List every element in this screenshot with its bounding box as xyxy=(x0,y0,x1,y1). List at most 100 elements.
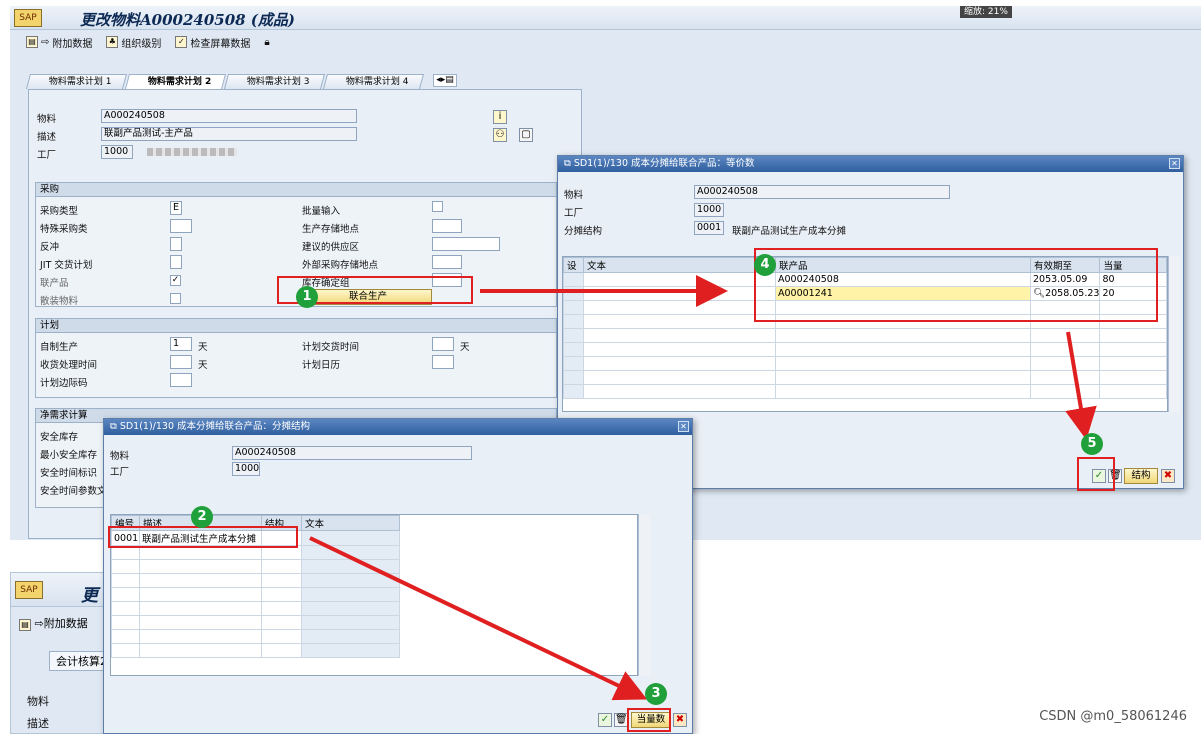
equivalents-button[interactable]: 当量数 xyxy=(631,712,671,728)
prod-sloc-label: 生产存储地点 xyxy=(302,224,360,235)
cancel-x-icon[interactable]: ✖ xyxy=(673,713,687,727)
da-material-field[interactable]: A000240508 xyxy=(694,185,950,199)
structure-button[interactable]: 结构 xyxy=(1124,468,1158,484)
prod-sloc-field[interactable] xyxy=(432,219,462,233)
table-row[interactable]: A000240508 2053.05.09 80 xyxy=(563,272,1167,287)
main-toolbar: ▤ ⇨ 附加数据 ♣ 组织级别 ✓ 检查屏幕数据 🔒︎ xyxy=(10,33,1201,51)
coproduct-checkbox[interactable]: ✓ xyxy=(170,275,181,286)
structure-table: 编号 描述 结构 文本 0001 联副产品测试生产成本分摊 xyxy=(110,514,638,676)
stock-group-field[interactable] xyxy=(432,273,462,287)
plan-calendar-field[interactable] xyxy=(432,355,454,369)
additional-data-button[interactable]: ▤ ⇨ 附加数据 xyxy=(26,35,92,50)
supply-area-field[interactable] xyxy=(432,237,500,251)
valid-to-cell[interactable]: 2053.05.09 xyxy=(1029,272,1101,287)
bg-toolbar[interactable]: ▤ ⇨附加数据 xyxy=(19,615,88,631)
sap-logo-icon: SAP xyxy=(15,581,43,599)
coproduct-scrollbar[interactable] xyxy=(1168,256,1180,412)
table-row[interactable]: A00001241 🔍︎2058.05.23 20 xyxy=(563,286,1167,301)
table-row[interactable] xyxy=(111,545,637,560)
table-row[interactable]: 0001 联副产品测试生产成本分摊 xyxy=(111,530,637,546)
check-screen-data-button[interactable]: ✓ 检查屏幕数据 xyxy=(175,35,250,50)
col-coproduct: 联产品 xyxy=(775,257,1031,273)
gr-time-label: 收货处理时间 xyxy=(40,360,98,371)
table-row[interactable] xyxy=(111,559,637,574)
step-badge-5: 5 xyxy=(1081,433,1103,455)
delete-icon[interactable]: 🗑︎ xyxy=(1108,469,1122,483)
table-row[interactable] xyxy=(563,328,1167,343)
coproduct-table: 设 文本 联产品 有效期至 当量 A000240508 2053.05.09 80 … xyxy=(562,256,1168,412)
confirm-check-icon[interactable]: ✓ xyxy=(1092,469,1106,483)
ds-plant-field[interactable]: 1000 xyxy=(232,462,260,476)
equiv-cell[interactable]: 80 xyxy=(1099,272,1167,287)
step-badge-2: 2 xyxy=(191,506,213,528)
material-field[interactable]: A000240508 xyxy=(101,109,357,123)
backflush-field[interactable] xyxy=(170,237,182,251)
sap-logo-icon: SAP xyxy=(14,9,42,27)
bulk-checkbox[interactable] xyxy=(170,293,181,304)
tab-mrp1[interactable]: 物料需求计划 1 xyxy=(25,74,127,89)
cancel-x-icon[interactable]: ✖ xyxy=(1161,469,1175,483)
delete-icon[interactable]: 🗑︎ xyxy=(614,713,628,727)
lock-icon: 🔒︎ xyxy=(264,36,270,48)
da-struct-field[interactable]: 0001 xyxy=(694,221,724,235)
table-row[interactable] xyxy=(111,601,637,616)
ext-sloc-field[interactable] xyxy=(432,255,462,269)
inhouse-unit: 天 xyxy=(198,342,208,353)
plan-delivery-label: 计划交货时间 xyxy=(302,342,360,353)
hierarchy-icon[interactable]: ⚇ xyxy=(493,128,507,142)
plan-delivery-field[interactable] xyxy=(432,337,454,351)
proc-type-field[interactable]: E xyxy=(170,201,182,215)
info-icon[interactable]: i xyxy=(493,110,507,124)
table-row[interactable] xyxy=(111,629,637,644)
structure-scrollbar[interactable] xyxy=(638,514,650,676)
dialog-apportion-titlebar: ⧉ SD1(1)/130 成本分摊给联合产品：等价数 ✕ xyxy=(558,156,1183,172)
lock-button[interactable]: 🔒︎ xyxy=(264,37,269,48)
ds-material-field[interactable]: A000240508 xyxy=(232,446,472,460)
table-row[interactable] xyxy=(563,342,1167,357)
close-icon[interactable]: ✕ xyxy=(1169,158,1180,169)
new-doc-icon[interactable]: ▢ xyxy=(519,128,533,142)
joint-production-button[interactable]: 联合生产 xyxy=(304,289,432,305)
confirm-check-icon[interactable]: ✓ xyxy=(598,713,612,727)
table-row[interactable] xyxy=(111,643,637,658)
tab-mrp2[interactable]: 物料需求计划 2 xyxy=(124,74,227,89)
planning-group: 计划 自制生产 1 天 收货处理时间 天 计划边际码 计划交货时间 天 计划日历 xyxy=(35,318,557,398)
plant-field[interactable]: 1000 xyxy=(101,145,133,159)
table-row[interactable] xyxy=(563,314,1167,329)
table-row[interactable] xyxy=(563,384,1167,399)
table-row[interactable] xyxy=(111,587,637,602)
coproduct-cell[interactable]: A000240508 xyxy=(775,272,1031,287)
jit-field[interactable] xyxy=(170,255,182,269)
equiv-cell[interactable]: 20 xyxy=(1099,286,1167,301)
tab-nav-buttons[interactable]: ◂▸▤ xyxy=(433,74,457,87)
close-icon[interactable]: ✕ xyxy=(678,421,689,432)
zoom-tag: 缩放: 21% xyxy=(960,6,1012,18)
desc-field[interactable]: 联副产品测试-主产品 xyxy=(101,127,357,141)
col-text: 文本 xyxy=(301,515,400,531)
inhouse-field[interactable]: 1 xyxy=(170,337,192,351)
ds-material-label: 物料 xyxy=(110,451,130,462)
table-row[interactable] xyxy=(563,356,1167,371)
table-row[interactable] xyxy=(563,370,1167,385)
desc-label: 描述 xyxy=(37,132,57,143)
batch-entry-field[interactable] xyxy=(432,201,443,212)
da-plant-field[interactable]: 1000 xyxy=(694,203,724,217)
table-row[interactable] xyxy=(111,573,637,588)
table-row[interactable] xyxy=(563,300,1167,315)
main-titlebar: SAP 更改物料A000240508 (成品) 缩放: 21% xyxy=(10,6,1201,30)
step-badge-3: 3 xyxy=(645,683,667,705)
procurement-header: 采购 xyxy=(36,183,556,197)
desc-cell[interactable]: 联副产品测试生产成本分摊 xyxy=(139,530,262,546)
valid-to-cell[interactable]: 🔍︎2058.05.23 xyxy=(1029,286,1101,301)
tab-mrp3[interactable]: 物料需求计划 3 xyxy=(223,74,325,89)
id-cell[interactable]: 0001 xyxy=(111,530,140,546)
margin-key-field[interactable] xyxy=(170,373,192,387)
search-icon[interactable]: 🔍︎ xyxy=(1033,288,1045,299)
org-levels-button[interactable]: ♣ 组织级别 xyxy=(106,35,161,50)
bg-title: 更 xyxy=(81,586,98,606)
table-row[interactable] xyxy=(111,615,637,630)
coproduct-cell[interactable]: A00001241 xyxy=(775,286,1031,301)
special-proc-field[interactable] xyxy=(170,219,192,233)
gr-time-field[interactable] xyxy=(170,355,192,369)
tab-mrp4[interactable]: 物料需求计划 4 xyxy=(322,74,424,89)
